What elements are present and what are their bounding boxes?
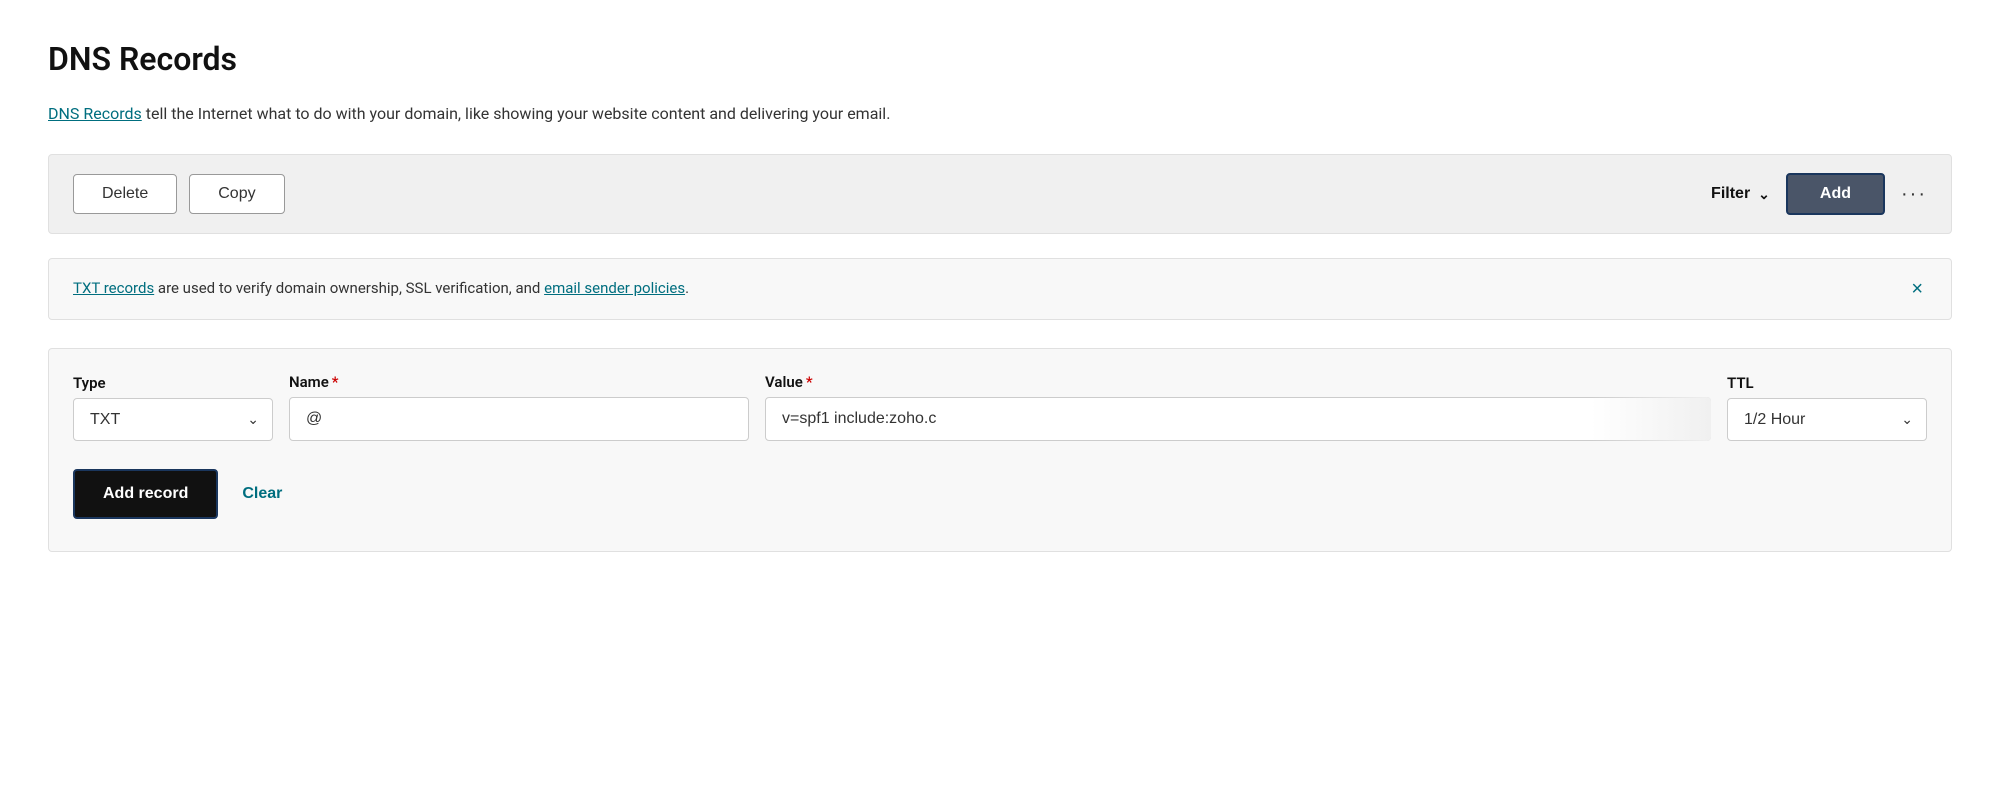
form-fields-row: Type TXT A AAAA CNAME MX NS SOA SRV ⌄ Na… [73, 373, 1927, 441]
more-options-button[interactable]: ··· [1901, 183, 1927, 206]
name-field: Name* [289, 373, 749, 441]
toolbar-right: Filter ⌄ Add ··· [1711, 173, 1927, 215]
page-title: DNS Records [48, 40, 1952, 78]
type-field: Type TXT A AAAA CNAME MX NS SOA SRV ⌄ [73, 374, 273, 441]
type-select[interactable]: TXT A AAAA CNAME MX NS SOA SRV [73, 398, 273, 441]
info-text: TXT records are used to verify domain ow… [73, 279, 689, 297]
ttl-label: TTL [1727, 374, 1927, 392]
description-text: DNS Records tell the Internet what to do… [48, 102, 1952, 126]
delete-button[interactable]: Delete [73, 174, 177, 214]
ttl-select[interactable]: 1/2 Hour 1 Hour 4 Hours 8 Hours 24 Hours [1727, 398, 1927, 441]
value-label: Value* [765, 373, 1711, 391]
type-label: Type [73, 374, 273, 392]
close-banner-button[interactable]: × [1907, 279, 1927, 299]
copy-button[interactable]: Copy [189, 174, 284, 214]
name-input[interactable] [289, 397, 749, 441]
name-required-star: * [332, 373, 339, 391]
dns-record-form: Type TXT A AAAA CNAME MX NS SOA SRV ⌄ Na… [48, 348, 1952, 552]
value-input[interactable] [765, 397, 1711, 441]
name-label: Name* [289, 373, 749, 391]
ttl-select-wrapper: 1/2 Hour 1 Hour 4 Hours 8 Hours 24 Hours… [1727, 398, 1927, 441]
clear-button[interactable]: Clear [242, 485, 282, 503]
info-banner: TXT records are used to verify domain ow… [48, 258, 1952, 320]
ttl-field: TTL 1/2 Hour 1 Hour 4 Hours 8 Hours 24 H… [1727, 374, 1927, 441]
chevron-down-icon: ⌄ [1758, 186, 1770, 203]
type-select-wrapper: TXT A AAAA CNAME MX NS SOA SRV ⌄ [73, 398, 273, 441]
value-field: Value* [765, 373, 1711, 441]
toolbar: Delete Copy Filter ⌄ Add ··· [48, 154, 1952, 234]
email-sender-policies-link[interactable]: email sender policies [544, 279, 685, 297]
value-input-wrapper [765, 397, 1711, 441]
value-required-star: * [806, 373, 813, 391]
add-button[interactable]: Add [1786, 173, 1885, 215]
txt-records-link[interactable]: TXT records [73, 279, 154, 297]
add-record-button[interactable]: Add record [73, 469, 218, 519]
filter-label: Filter [1711, 185, 1750, 203]
form-actions: Add record Clear [73, 469, 1927, 519]
dns-records-link[interactable]: DNS Records [48, 104, 142, 123]
filter-button[interactable]: Filter ⌄ [1711, 185, 1770, 203]
toolbar-left: Delete Copy [73, 174, 1699, 214]
